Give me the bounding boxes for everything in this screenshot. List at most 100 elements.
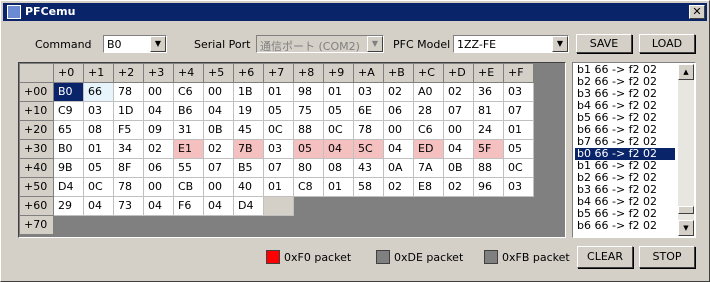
scroll-down-icon[interactable]: ▼	[678, 220, 694, 236]
grid-cell[interactable]	[113, 215, 144, 235]
grid-cell[interactable]	[143, 215, 174, 235]
grid-cell[interactable]: 01	[503, 120, 534, 140]
grid-cell[interactable]: 04	[143, 196, 174, 216]
grid-cell[interactable]: 05	[323, 101, 354, 121]
grid-cell[interactable]: A0	[413, 82, 444, 102]
column-header[interactable]: +3	[143, 63, 174, 83]
grid-cell[interactable]	[443, 196, 474, 216]
column-header[interactable]: +0	[53, 63, 84, 83]
grid-cell[interactable]: B0	[53, 82, 84, 102]
grid-cell[interactable]: 5C	[353, 139, 384, 159]
grid-cell[interactable]	[263, 196, 294, 216]
pfc-model-select[interactable]: 1ZZ-FE ▼	[453, 35, 569, 53]
grid-cell[interactable]: 45	[233, 120, 264, 140]
grid-cell[interactable]: 05	[503, 139, 534, 159]
grid-cell[interactable]: 07	[263, 158, 294, 178]
row-header[interactable]: +10	[19, 101, 54, 121]
grid-cell[interactable]	[503, 196, 534, 216]
row-header[interactable]: +70	[19, 215, 54, 235]
grid-cell[interactable]	[323, 215, 354, 235]
grid-cell[interactable]: 0C	[263, 120, 294, 140]
grid-cell[interactable]: C8	[293, 177, 324, 197]
grid-cell[interactable]	[473, 215, 504, 235]
grid-cell[interactable]: 55	[173, 158, 204, 178]
grid-cell[interactable]: 0C	[503, 158, 534, 178]
grid-cell[interactable]: 07	[203, 158, 234, 178]
grid-cell[interactable]: 00	[203, 177, 234, 197]
grid-cell[interactable]	[233, 215, 264, 235]
grid-cell[interactable]: 08	[83, 120, 114, 140]
column-header[interactable]: +1	[83, 63, 114, 83]
grid-cell[interactable]: F6	[173, 196, 204, 216]
grid-cell[interactable]	[263, 215, 294, 235]
grid-cell[interactable]: E8	[413, 177, 444, 197]
scroll-thumb[interactable]	[678, 206, 694, 214]
packet-log[interactable]: b1 66 -> f2 02 b2 66 -> f2 02 b3 66 -> f2 …	[572, 62, 696, 238]
grid-cell[interactable]: 00	[143, 82, 174, 102]
grid-cell[interactable]: 43	[353, 158, 384, 178]
load-button[interactable]: LOAD	[639, 34, 695, 53]
grid-cell[interactable]: 05	[263, 101, 294, 121]
grid-cell[interactable]	[203, 215, 234, 235]
grid-cell[interactable]: 02	[443, 82, 474, 102]
grid-cell[interactable]: 7A	[413, 158, 444, 178]
grid-cell[interactable]	[443, 215, 474, 235]
grid-cell[interactable]	[473, 196, 504, 216]
grid-cell[interactable]: E1	[173, 139, 204, 159]
grid-cell[interactable]: 00	[143, 177, 174, 197]
grid-cell[interactable]: 19	[233, 101, 264, 121]
grid-cell[interactable]: 05	[293, 139, 324, 159]
column-header[interactable]: +4	[173, 63, 204, 83]
chevron-down-icon[interactable]: ▼	[150, 36, 166, 52]
row-header[interactable]: +40	[19, 158, 54, 178]
grid-cell[interactable]: 02	[143, 139, 174, 159]
stop-button[interactable]: STOP	[639, 246, 695, 268]
grid-cell[interactable]: 40	[233, 177, 264, 197]
grid-cell[interactable]: 1D	[113, 101, 144, 121]
grid-cell[interactable]: B5	[233, 158, 264, 178]
chevron-down-icon[interactable]: ▼	[552, 36, 568, 52]
title-bar[interactable]: PFCemu ✕	[3, 3, 707, 21]
grid-cell[interactable]	[53, 215, 84, 235]
column-header[interactable]: +9	[323, 63, 354, 83]
grid-cell[interactable]: 01	[323, 177, 354, 197]
grid-cell[interactable]: 65	[53, 120, 84, 140]
grid-cell[interactable]: B0	[53, 139, 84, 159]
grid-cell[interactable]: 81	[473, 101, 504, 121]
grid-cell[interactable]	[503, 215, 534, 235]
grid-cell[interactable]: 03	[353, 82, 384, 102]
grid-cell[interactable]: 05	[83, 158, 114, 178]
log-line[interactable]: b6 66 -> f2 02	[575, 220, 675, 232]
grid-cell[interactable]	[383, 215, 414, 235]
grid-cell[interactable]: 0C	[83, 177, 114, 197]
grid-cell[interactable]	[413, 215, 444, 235]
grid-cell[interactable]: 03	[83, 101, 114, 121]
grid-cell[interactable]: 0C	[323, 120, 354, 140]
serial-port-select[interactable]: 通信ポート (COM2) ▼	[256, 35, 384, 53]
grid-cell[interactable]: 03	[263, 139, 294, 159]
column-header[interactable]: +2	[113, 63, 144, 83]
grid-cell[interactable]: 01	[263, 82, 294, 102]
grid-cell[interactable]: 04	[203, 101, 234, 121]
grid-cell[interactable]: 02	[383, 177, 414, 197]
scroll-up-icon[interactable]: ▲	[678, 64, 694, 80]
column-header[interactable]: +7	[263, 63, 294, 83]
grid-cell[interactable]: C6	[173, 82, 204, 102]
grid-cell[interactable]: 06	[383, 101, 414, 121]
grid-cell[interactable]: 08	[323, 158, 354, 178]
grid-cell[interactable]: 8F	[113, 158, 144, 178]
row-header[interactable]: +00	[19, 82, 54, 102]
grid-cell[interactable]: 01	[83, 139, 114, 159]
grid-cell[interactable]: 0B	[443, 158, 474, 178]
grid-cell[interactable]: 03	[503, 82, 534, 102]
grid-cell[interactable]	[173, 215, 204, 235]
grid-cell[interactable]: 98	[293, 82, 324, 102]
grid-cell[interactable]: D4	[233, 196, 264, 216]
column-header[interactable]: +5	[203, 63, 234, 83]
clear-button[interactable]: CLEAR	[577, 246, 633, 268]
grid-cell[interactable]: F5	[113, 120, 144, 140]
grid-cell[interactable]: 78	[113, 82, 144, 102]
column-header[interactable]: +8	[293, 63, 324, 83]
grid-cell[interactable]: 02	[443, 177, 474, 197]
grid-cell[interactable]: C6	[413, 120, 444, 140]
